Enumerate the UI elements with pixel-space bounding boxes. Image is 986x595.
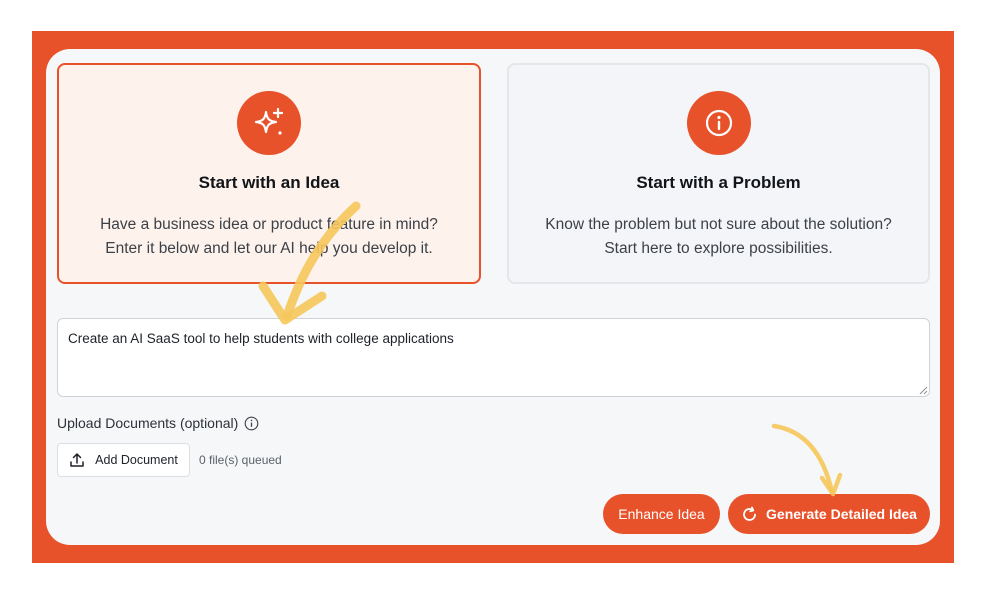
card-description: Know the problem but not sure about the …: [527, 213, 910, 261]
enhance-idea-label: Enhance Idea: [618, 506, 705, 522]
card-title: Start with an Idea: [198, 173, 340, 192]
enhance-idea-button[interactable]: Enhance Idea: [603, 494, 720, 534]
start-with-idea-card[interactable]: Start with an Idea Have a business idea …: [57, 63, 481, 284]
generate-detailed-idea-label: Generate Detailed Idea: [766, 506, 917, 522]
add-document-button[interactable]: Add Document: [57, 443, 190, 477]
info-icon: [686, 91, 751, 155]
add-document-label: Add Document: [95, 453, 178, 467]
upload-icon: [70, 453, 84, 467]
card-description-line: Know the problem but not sure about the …: [545, 216, 892, 233]
card-description-line: Enter it below and let our AI help you d…: [105, 240, 433, 257]
start-with-problem-card[interactable]: Start with a Problem Know the problem bu…: [507, 63, 930, 284]
card-description-line: Have a business idea or product feature …: [100, 216, 438, 233]
generate-detailed-idea-button[interactable]: Generate Detailed Idea: [728, 494, 930, 534]
resize-handle-icon[interactable]: [918, 385, 928, 395]
card-description-line: Start here to explore possibilities.: [604, 240, 833, 257]
idea-textarea[interactable]: Create an AI SaaS tool to help students …: [57, 318, 930, 397]
upload-documents-label: Upload Documents (optional): [57, 415, 259, 431]
info-icon[interactable]: [244, 416, 259, 431]
queued-count: 0 file(s) queued: [199, 453, 282, 467]
refresh-icon: [743, 506, 756, 521]
card-description: Have a business idea or product feature …: [77, 213, 461, 261]
upload-label-text: Upload Documents (optional): [57, 415, 239, 431]
card-title: Start with a Problem: [636, 173, 801, 192]
sparkles-icon: [237, 91, 301, 155]
